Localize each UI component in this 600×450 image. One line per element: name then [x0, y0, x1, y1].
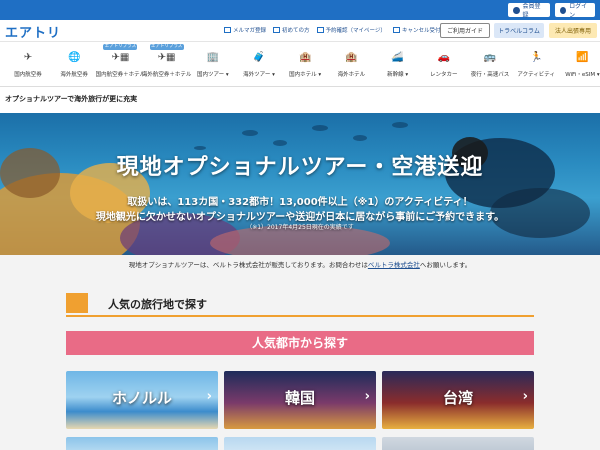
city-name: 韓国	[284, 389, 315, 407]
first-time-link[interactable]: 初めての方	[273, 26, 310, 34]
hero-illustration	[0, 122, 590, 255]
newsletter-link[interactable]: メルマガ登録	[224, 26, 266, 34]
hero-line-2: 現地観光に欠かせないオプショナルツアーや送迎が日本に居ながら事前にご予約できます…	[95, 212, 505, 223]
hero-banner: 現地オプショナルツアー・空港送迎 取扱いは、113カ国・332都市！13,000…	[0, 113, 600, 255]
cancel-link[interactable]: キャンセル受付	[392, 26, 440, 34]
book-icon	[273, 27, 281, 33]
guide-button[interactable]: ご利用ガイド	[440, 23, 490, 38]
header: エアトリ メルマガ登録 初めての方 予約確認（マイページ） キャンセル受付 ご利…	[0, 20, 600, 42]
site-logo[interactable]: エアトリ	[5, 22, 61, 41]
plus-badge	[565, 44, 599, 50]
reservation-check-link[interactable]: 予約確認（マイページ）	[316, 26, 386, 34]
hero-line-1: 取扱いは、113カ国・332都市！13,000件以上（※1）のアクティビティ！	[127, 197, 473, 208]
hero-note: （※1）2017年4月25日現在の実績です	[246, 224, 354, 231]
page-subtitle: オプショナルツアーで海外旅行が更に充実	[5, 95, 138, 103]
notice-text: 現地オプショナルツアーは、ベルトラ株式会社が販売しております。お問合わせはベルト…	[128, 261, 472, 269]
city-tile[interactable]	[224, 437, 376, 450]
cancel-icon	[392, 27, 400, 33]
chevron-right-icon: ›	[364, 389, 370, 404]
plane-icon	[66, 293, 88, 313]
city-tile-taiwan[interactable]: 台湾 ›	[382, 371, 534, 429]
corporate-button[interactable]: 法人出張専用	[549, 23, 597, 38]
plus-badge	[427, 44, 461, 50]
city-tile[interactable]	[382, 437, 534, 450]
nav-item-label: WiFi・eSIM ▾	[565, 72, 600, 78]
travel-column-button[interactable]: トラベルコラム	[494, 23, 544, 38]
calendar-icon	[316, 27, 324, 33]
plus-badge	[334, 44, 368, 50]
user-plus-icon	[513, 6, 520, 14]
city-tile[interactable]	[66, 437, 218, 450]
hero-title: 現地オプショナルツアー・空港送迎	[116, 155, 484, 180]
plus-badge	[242, 44, 276, 50]
popular-cities-band: 人気都市から探す	[66, 331, 534, 355]
category-nav: ✈ 国内航空券 🌐 海外航空券 エアトリプラス ✈▦ 国内航空券＋ホテル エアトリプラス ✈▦ 海…	[0, 42, 600, 87]
register-button[interactable]: 会員登録	[508, 3, 550, 19]
top-strip: 会員登録 ログイン	[0, 0, 600, 20]
section-header: 人気の旅行地で探す	[66, 291, 534, 317]
login-button[interactable]: ログイン	[555, 3, 595, 19]
city-name: ホノルル	[111, 389, 172, 407]
mail-icon	[224, 27, 231, 33]
plus-badge: エアトリプラス	[149, 44, 184, 50]
content-area: 現地オプショナルツアーは、ベルトラ株式会社が販売しております。お問合わせはベルト…	[0, 255, 600, 450]
city-tile-honolulu[interactable]: ホノルル ›	[66, 371, 218, 429]
plus-badge: エアトリプラス	[103, 44, 138, 50]
veltra-link[interactable]: ベルトラ株式会社	[368, 261, 420, 269]
plus-badge	[381, 44, 415, 50]
plus-badge	[473, 44, 507, 50]
plus-badge	[57, 44, 91, 50]
chevron-right-icon: ›	[206, 389, 212, 404]
plus-badge	[288, 44, 322, 50]
plus-badge	[11, 44, 45, 50]
section-title: 人気の旅行地で探す	[108, 298, 207, 311]
chevron-right-icon: ›	[522, 389, 528, 404]
wifi-icon: 📶	[576, 52, 589, 63]
user-icon	[560, 6, 567, 14]
header-links: メルマガ登録 初めての方 予約確認（マイページ） キャンセル受付	[224, 26, 440, 34]
city-name: 台湾	[442, 389, 473, 407]
plus-badge	[196, 44, 230, 50]
nav-item-wifi[interactable]: 📶 WiFi・eSIM ▾	[554, 44, 600, 78]
plus-badge	[519, 44, 553, 50]
city-tile-korea[interactable]: 韓国 ›	[224, 371, 376, 429]
